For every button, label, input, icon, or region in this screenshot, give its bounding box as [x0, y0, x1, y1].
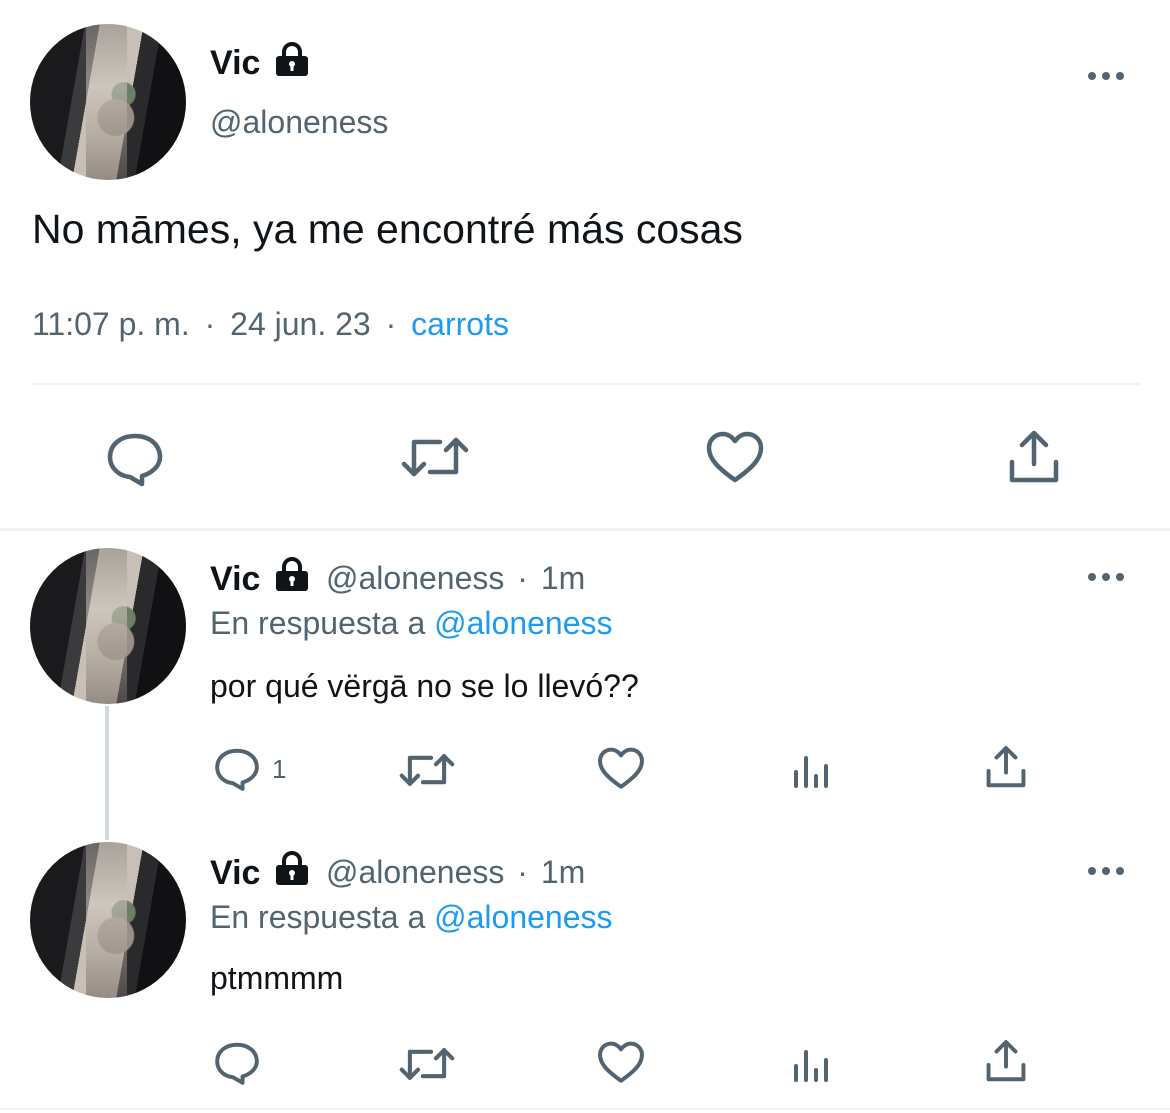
comment-icon[interactable]	[104, 430, 166, 488]
tweet-text: No māmes, ya me encontré más cosas	[32, 206, 743, 252]
author-handle[interactable]: @aloneness	[210, 104, 388, 141]
reply-count: 1	[272, 754, 287, 784]
author-handle[interactable]: @aloneness	[326, 560, 504, 596]
analytics-icon[interactable]	[792, 748, 834, 790]
tweet-text: ptmmmm	[210, 960, 344, 996]
separator: ·	[517, 854, 528, 890]
reply-prefix: En respuesta a	[210, 605, 426, 641]
tweet-time[interactable]: 1m	[541, 560, 585, 596]
lock-icon	[272, 42, 312, 83]
reply-context: En respuesta a @aloneness	[210, 899, 613, 936]
bottom-divider	[0, 1108, 1170, 1110]
share-icon[interactable]	[982, 744, 1030, 790]
thread-line	[105, 706, 109, 840]
tweet-text: por qué vërgā no se lo llevó??	[210, 668, 639, 704]
avatar[interactable]	[30, 842, 186, 998]
retweet-icon[interactable]	[398, 1042, 456, 1086]
like-icon[interactable]	[596, 746, 646, 792]
retweet-icon[interactable]	[398, 748, 456, 792]
like-icon[interactable]	[704, 430, 766, 486]
tweet-time[interactable]: 1m	[541, 854, 585, 890]
comment-icon[interactable]	[212, 1040, 262, 1086]
meta-separator: ·	[385, 306, 397, 342]
divider	[30, 383, 1140, 385]
tweet-source[interactable]: carrots	[411, 306, 509, 342]
separator: ·	[517, 560, 528, 596]
tweet-time[interactable]: 11:07 p. m.	[32, 306, 190, 342]
lock-icon	[272, 851, 312, 892]
handle-time: @aloneness · 1m	[326, 854, 585, 891]
author-name[interactable]: Vic	[210, 44, 260, 83]
section-divider	[0, 528, 1170, 531]
author-name[interactable]: Vic	[210, 854, 260, 893]
author-name[interactable]: Vic	[210, 560, 260, 599]
reply-to-link[interactable]: @aloneness	[434, 899, 612, 935]
share-icon[interactable]	[1004, 428, 1064, 486]
analytics-icon[interactable]	[792, 1042, 834, 1084]
like-icon[interactable]	[596, 1040, 646, 1086]
avatar[interactable]	[30, 24, 186, 180]
tweet-meta: 11:07 p. m. · 24 jun. 23 · carrots	[32, 306, 509, 343]
meta-separator: ·	[204, 306, 216, 342]
reply-context: En respuesta a @aloneness	[210, 605, 613, 642]
author-handle[interactable]: @aloneness	[326, 854, 504, 890]
comment-icon[interactable]	[212, 746, 262, 792]
reply-prefix: En respuesta a	[210, 899, 426, 935]
lock-icon	[272, 557, 312, 598]
more-icon[interactable]	[1088, 70, 1128, 82]
more-icon[interactable]	[1088, 571, 1128, 583]
tweet-date[interactable]: 24 jun. 23	[230, 306, 371, 342]
share-icon[interactable]	[982, 1038, 1030, 1084]
more-icon[interactable]	[1088, 865, 1128, 877]
avatar[interactable]	[30, 548, 186, 704]
reply-to-link[interactable]: @aloneness	[434, 605, 612, 641]
handle-time: @aloneness · 1m	[326, 560, 585, 597]
retweet-icon[interactable]	[400, 430, 470, 484]
